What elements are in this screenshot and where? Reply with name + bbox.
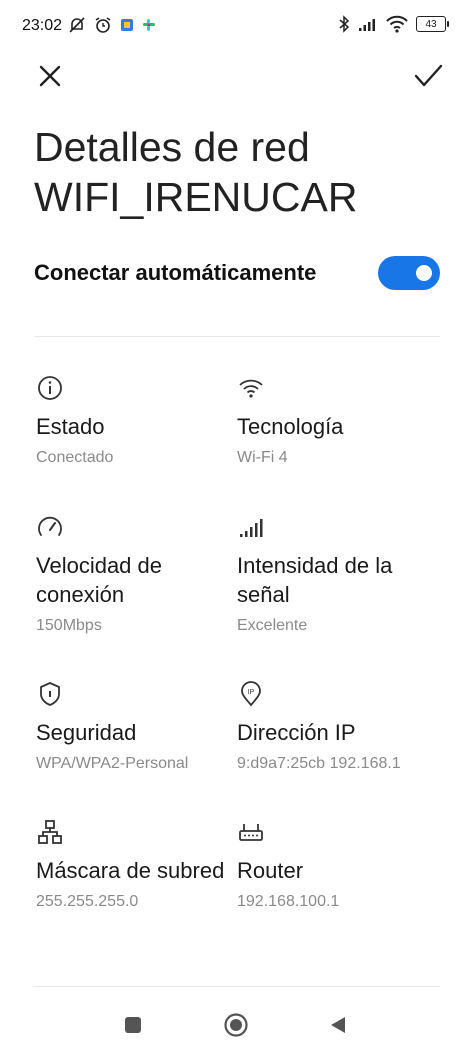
status-bar: 23:02 43 <box>0 0 474 52</box>
ip-label: Dirección IP <box>237 720 356 745</box>
alarm-icon <box>95 17 111 33</box>
mascara-label: Máscara de subred <box>36 858 225 883</box>
signal-icon <box>359 19 375 31</box>
tecnologia-value: Wi-Fi 4 <box>237 449 288 466</box>
muted-bell-icon <box>69 17 85 33</box>
close-icon <box>39 65 61 87</box>
router-value: 192.168.100.1 <box>237 893 340 910</box>
network-name: WIFI_IRENUCAR <box>34 174 358 220</box>
app-icon <box>121 19 133 31</box>
home-icon <box>224 1013 248 1037</box>
ip-pin-icon: IP <box>241 681 261 707</box>
wifi-icon <box>239 379 263 398</box>
router-label: Router <box>237 858 304 883</box>
status-left-icons <box>68 16 156 34</box>
back-button[interactable] <box>327 1014 349 1041</box>
close-button[interactable] <box>34 60 66 92</box>
recents-button[interactable] <box>123 1015 143 1040</box>
status-right-icons: 43 <box>338 15 449 33</box>
back-icon <box>331 1017 345 1033</box>
battery-level: 43 <box>425 18 437 30</box>
mascara-value: 255.255.255.0 <box>36 893 139 910</box>
page-title-line1: Detalles de red <box>34 124 310 170</box>
seguridad-value: WPA/WPA2-Personal <box>36 755 189 772</box>
estado-value: Conectado <box>36 449 114 466</box>
intensidad-value: Excelente <box>237 617 308 634</box>
battery-icon: 43 <box>416 16 449 32</box>
auto-connect-label: Conectar automáticamente <box>34 260 317 285</box>
detail-mascara: Máscara de subred 255.255.255.0 <box>36 818 246 911</box>
detail-intensidad: Intensidad de la señal Excelente <box>237 513 447 635</box>
network-tree-icon <box>38 820 62 844</box>
detail-router: Router 192.168.100.1 <box>237 818 447 911</box>
detail-ip: IP Dirección IP 9:d9a7:25cb 192.168.1 <box>237 680 447 773</box>
detail-seguridad: Seguridad WPA/WPA2-Personal <box>36 680 246 773</box>
wifi-icon <box>386 15 408 33</box>
router-icon <box>239 824 263 841</box>
navigation-bar <box>0 1000 474 1050</box>
auto-connect-toggle[interactable] <box>378 256 440 290</box>
svg-text:IP: IP <box>248 689 255 696</box>
page-title: Detalles de red WIFI_IRENUCAR <box>34 122 357 222</box>
home-button[interactable] <box>223 1012 249 1043</box>
auto-connect-row[interactable]: Conectar automáticamente <box>34 254 440 294</box>
toggle-knob <box>416 265 432 281</box>
top-action-bar <box>0 58 474 98</box>
recents-icon <box>125 1017 141 1033</box>
detail-estado: Estado Conectado <box>36 374 246 467</box>
divider-top <box>34 336 440 337</box>
shield-icon <box>40 682 60 706</box>
info-icon <box>38 376 62 400</box>
seguridad-label: Seguridad <box>36 720 137 745</box>
intensidad-label: Intensidad de la señal <box>237 553 393 607</box>
signal-strength-icon <box>240 519 263 537</box>
tecnologia-label: Tecnología <box>237 414 344 439</box>
ip-value: 9:d9a7:25cb 192.168.1 <box>237 755 401 772</box>
status-time: 23:02 <box>22 17 63 34</box>
velocidad-label: Velocidad de conexión <box>36 553 162 607</box>
check-icon <box>414 64 443 87</box>
divider-bottom <box>34 986 440 987</box>
detail-velocidad: Velocidad de conexión 150Mbps <box>36 513 246 635</box>
bluetooth-icon <box>339 15 350 33</box>
velocidad-value: 150Mbps <box>36 617 102 634</box>
speedometer-icon <box>38 516 62 536</box>
detail-tecnologia: Tecnología Wi-Fi 4 <box>237 374 447 467</box>
confirm-button[interactable] <box>412 60 444 92</box>
estado-label: Estado <box>36 414 105 439</box>
slack-icon <box>143 19 155 31</box>
